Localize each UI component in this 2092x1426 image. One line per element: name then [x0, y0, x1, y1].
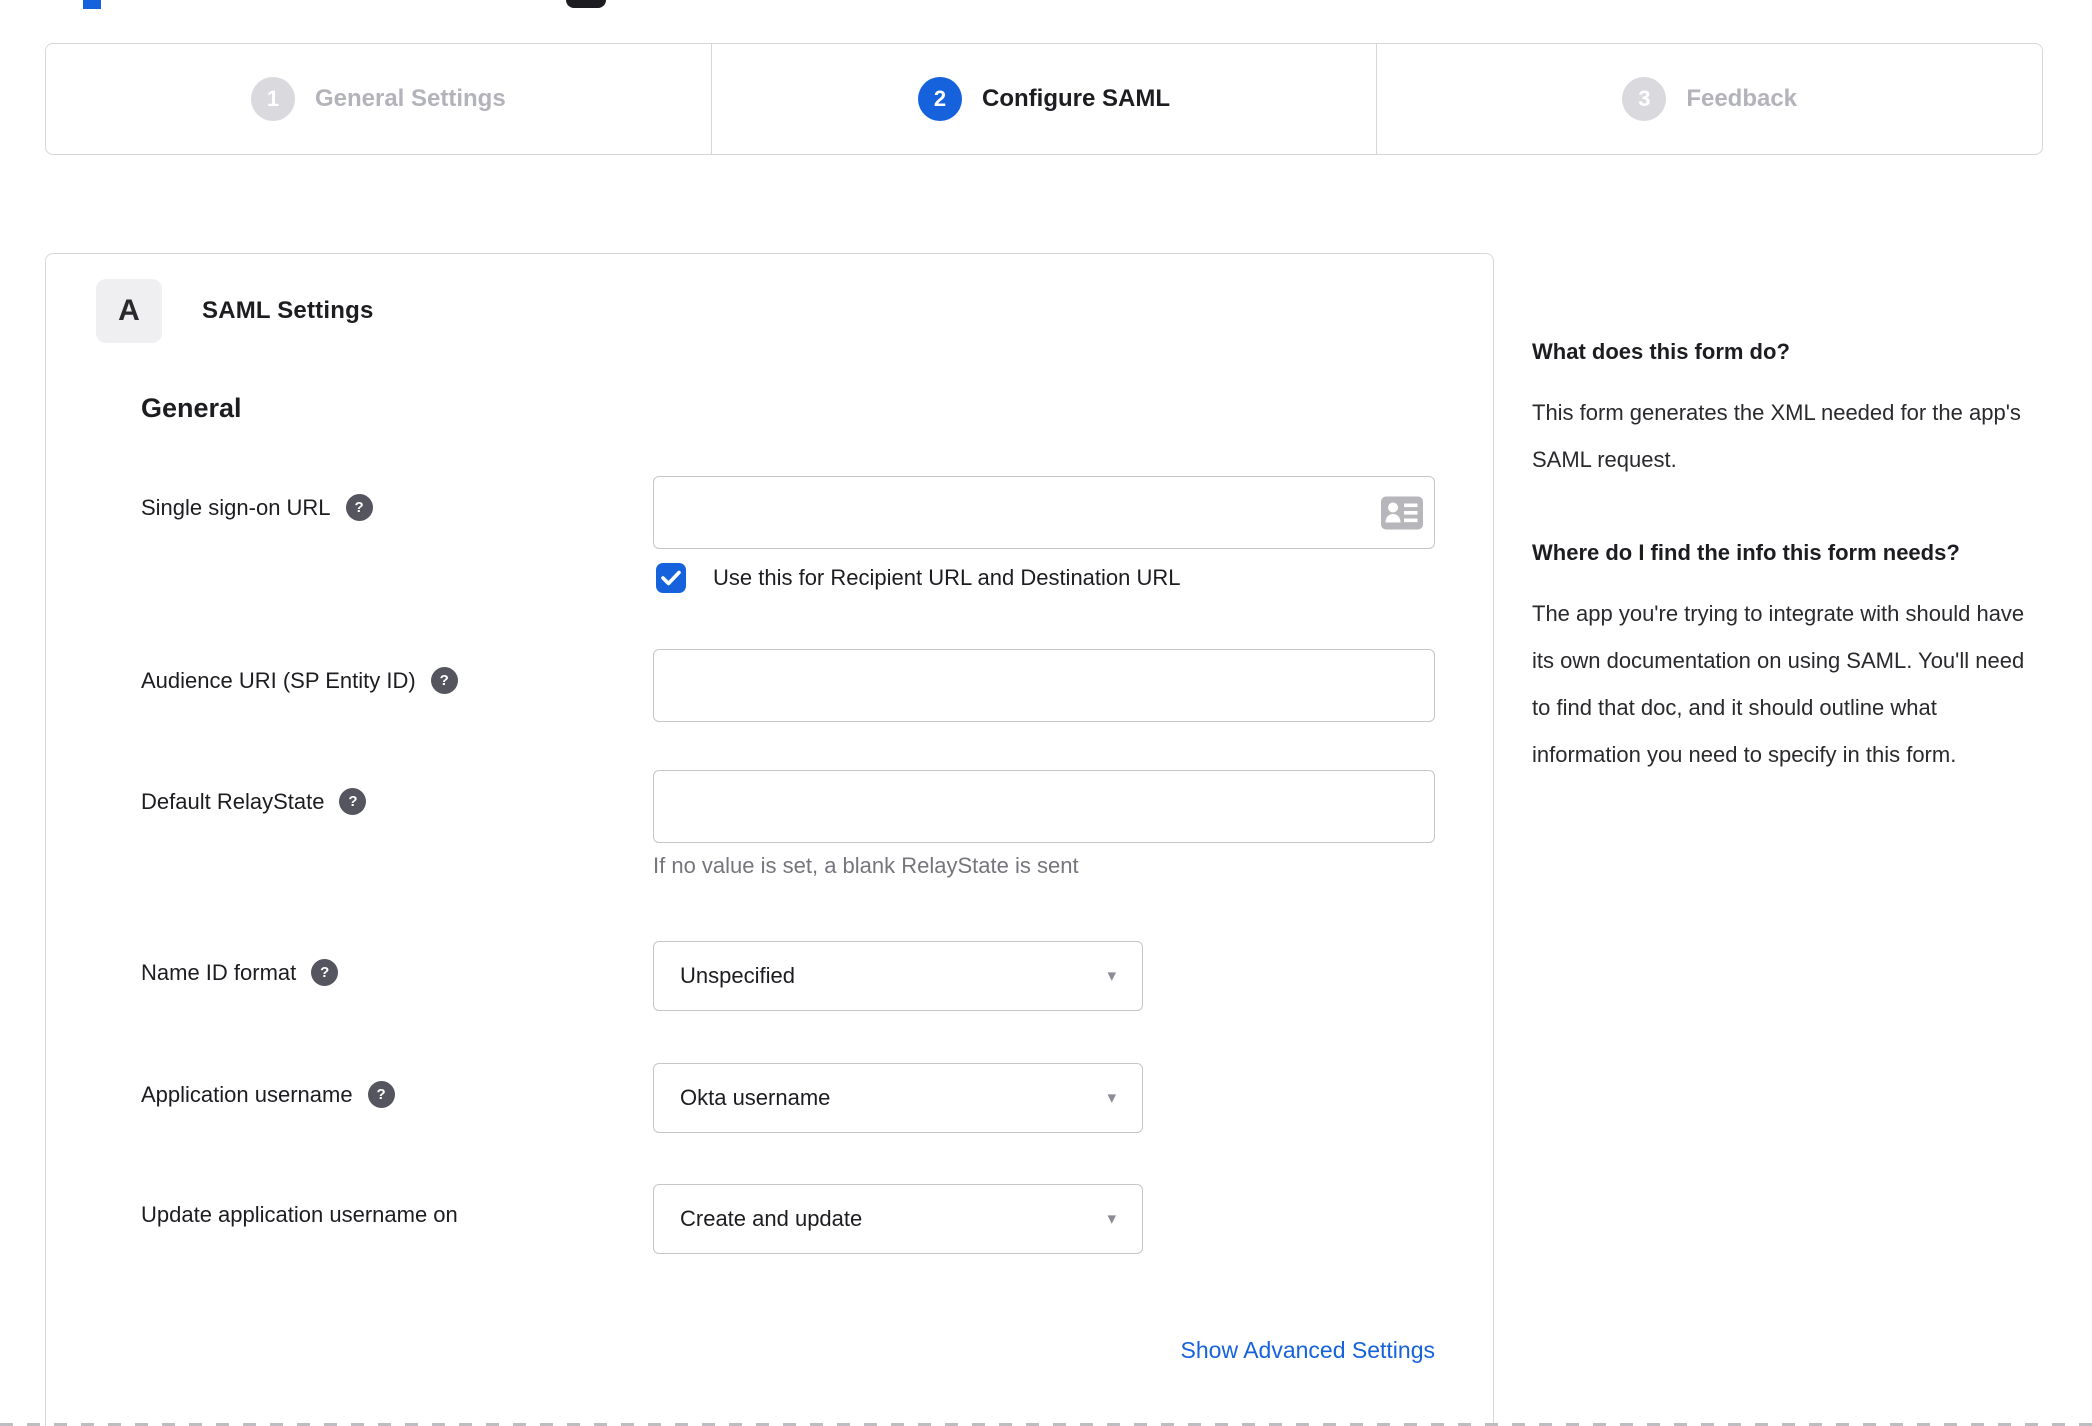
label-cell: Default RelayState ?: [141, 770, 653, 815]
stepper-step-general-settings[interactable]: 1 General Settings: [46, 44, 711, 154]
label-cell: Update application username on: [141, 1184, 653, 1228]
help-paragraph: This form generates the XML needed for t…: [1532, 400, 2021, 472]
stepper-step-feedback[interactable]: 3 Feedback: [1376, 44, 2042, 154]
update-application-username-select[interactable]: Create and update ▾: [653, 1184, 1143, 1254]
recipient-url-checkbox[interactable]: [656, 563, 686, 593]
help-heading: What does this form do?: [1532, 339, 1790, 364]
field-row-update-application-username: Update application username on Create an…: [141, 1184, 1435, 1254]
control-cell: [653, 649, 1435, 722]
label-cell: Audience URI (SP Entity ID) ?: [141, 649, 653, 694]
wizard-stepper: 1 General Settings 2 Configure SAML 3 Fe…: [45, 43, 2043, 155]
name-id-format-label: Name ID format: [141, 959, 297, 985]
section-a-badge: A: [96, 279, 162, 343]
step-number-badge: 2: [918, 77, 963, 121]
input-wrap: [653, 649, 1435, 722]
relaystate-hint: If no value is set, a blank RelayState i…: [653, 853, 1079, 878]
single-sign-on-url-input[interactable]: [653, 476, 1435, 549]
select-value: Create and update: [680, 1206, 863, 1231]
input-wrap: [653, 476, 1435, 549]
select-value: Okta username: [680, 1085, 831, 1110]
advanced-settings-row: Show Advanced Settings: [141, 1337, 1435, 1364]
update-application-username-label: Update application username on: [141, 1202, 458, 1227]
help-section-what: What does this form do? This form genera…: [1532, 328, 2044, 483]
label-cell: Single sign-on URL ?: [141, 476, 653, 521]
step-label: General Settings: [314, 85, 506, 112]
control-cell: Use this for Recipient URL and Destinati…: [653, 476, 1435, 593]
field-row-single-sign-on-url: Single sign-on URL ? Use this for Recipi…: [141, 476, 1435, 593]
check-icon: [661, 570, 681, 586]
audience-uri-label: Audience URI (SP Entity ID): [141, 667, 416, 693]
application-username-label: Application username: [141, 1081, 353, 1107]
help-icon[interactable]: ?: [339, 788, 367, 815]
default-relaystate-label: Default RelayState: [141, 788, 325, 814]
input-wrap: [653, 770, 1435, 843]
help-icon[interactable]: ?: [430, 667, 458, 694]
field-row-default-relaystate: Default RelayState ? If no value is set,…: [141, 770, 1435, 879]
cut-off-icon-fragment: [566, 0, 606, 8]
chevron-down-icon: ▾: [1107, 1088, 1116, 1107]
application-username-select[interactable]: Okta username ▾: [653, 1063, 1143, 1133]
section-header: A SAML Settings: [96, 279, 1435, 343]
help-section-where: Where do I find the info this form needs…: [1532, 529, 2044, 778]
single-sign-on-url-label: Single sign-on URL: [141, 494, 331, 520]
control-cell: Unspecified ▾: [653, 941, 1435, 1011]
audience-uri-input[interactable]: [653, 649, 1435, 722]
select-value: Unspecified: [680, 963, 795, 988]
help-paragraph: The app you're trying to integrate with …: [1532, 601, 2025, 767]
help-sidebar: What does this form do? This form genera…: [1532, 328, 2044, 778]
recipient-url-checkbox-row: Use this for Recipient URL and Destinati…: [656, 563, 1435, 593]
name-id-format-select[interactable]: Unspecified ▾: [653, 941, 1143, 1011]
field-row-application-username: Application username ? Okta username ▾: [141, 1063, 1435, 1133]
contact-card-icon[interactable]: [1381, 496, 1423, 529]
control-cell: If no value is set, a blank RelayState i…: [653, 770, 1435, 879]
chevron-down-icon: ▾: [1107, 1209, 1116, 1228]
step-label: Feedback: [1686, 85, 1798, 112]
general-group-title: General: [141, 393, 242, 423]
help-icon[interactable]: ?: [367, 1081, 395, 1108]
step-number-badge: 1: [250, 77, 295, 121]
stepper-step-configure-saml[interactable]: 2 Configure SAML: [710, 44, 1377, 154]
label-cell: Application username ?: [141, 1063, 653, 1108]
field-row-name-id-format: Name ID format ? Unspecified ▾: [141, 941, 1435, 1011]
help-heading: Where do I find the info this form needs…: [1532, 540, 1960, 565]
help-icon[interactable]: ?: [345, 494, 373, 521]
default-relaystate-input[interactable]: [653, 770, 1435, 843]
general-form: Single sign-on URL ? Use this for Recipi…: [141, 476, 1435, 1364]
control-cell: Okta username ▾: [653, 1063, 1435, 1133]
saml-settings-panel: A SAML Settings General Single sign-on U…: [45, 253, 1494, 1426]
help-icon[interactable]: ?: [311, 959, 339, 986]
step-number-badge: 3: [1622, 77, 1667, 121]
control-cell: Create and update ▾: [653, 1184, 1435, 1254]
recipient-url-checkbox-label[interactable]: Use this for Recipient URL and Destinati…: [713, 565, 1181, 591]
section-title: SAML Settings: [202, 297, 374, 324]
show-advanced-settings-link[interactable]: Show Advanced Settings: [1181, 1337, 1435, 1363]
chevron-down-icon: ▾: [1107, 966, 1116, 985]
cut-off-title-fragment: [83, 0, 101, 9]
label-cell: Name ID format ?: [141, 941, 653, 986]
field-row-audience-uri: Audience URI (SP Entity ID) ?: [141, 649, 1435, 722]
step-label: Configure SAML: [982, 85, 1170, 112]
